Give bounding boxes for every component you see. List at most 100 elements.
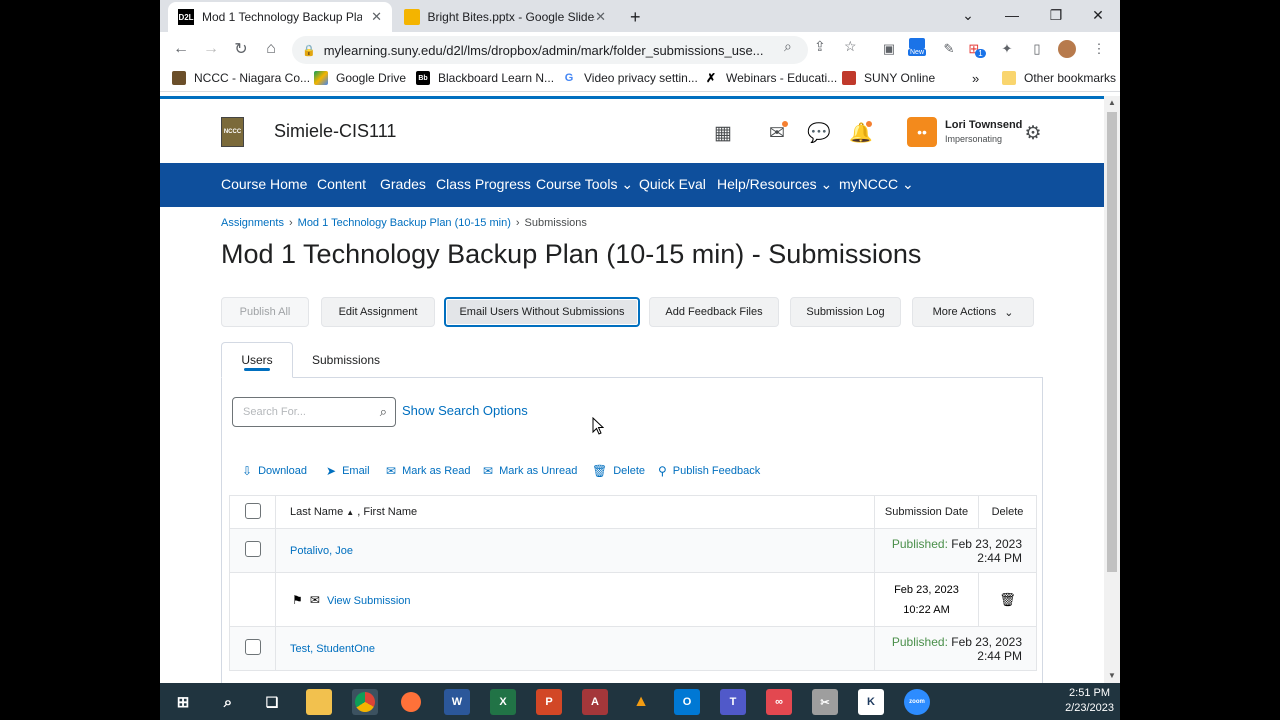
home-icon[interactable]: ⌂	[260, 38, 282, 60]
settings-gear-icon[interactable]: ⚙	[1021, 121, 1045, 145]
edit-assignment-button[interactable]: Edit Assignment	[321, 297, 435, 327]
tab-users[interactable]: Users	[221, 342, 293, 378]
word-icon[interactable]: W	[444, 689, 470, 715]
access-icon[interactable]: A	[582, 689, 608, 715]
publish-all-button[interactable]: Publish All	[221, 297, 309, 327]
nav-course-home[interactable]: Course Home	[221, 176, 307, 192]
download-action[interactable]: ⇩ Download	[242, 464, 307, 478]
breadcrumb-assignment[interactable]: Mod 1 Technology Backup Plan (10-15 min)	[298, 217, 511, 229]
course-title[interactable]: Simiele-CIS111	[274, 121, 396, 142]
profile-avatar[interactable]	[1058, 40, 1076, 58]
system-clock[interactable]: 2:51 PM 2/23/2023	[1065, 686, 1114, 716]
more-actions-button[interactable]: More Actions ⌄	[912, 297, 1034, 327]
bookmark-webinars[interactable]: ✗ Webinars - Educati...	[704, 71, 837, 85]
minimize-icon[interactable]: —	[990, 0, 1034, 30]
nav-course-tools[interactable]: Course Tools ⌄	[536, 176, 633, 193]
close-tab-icon[interactable]: ✕	[371, 9, 382, 25]
nav-content[interactable]: Content	[317, 176, 366, 192]
nav-help-resources[interactable]: Help/Resources ⌄	[717, 176, 832, 193]
browser-tab-active[interactable]: D2L Mod 1 Technology Backup Plan ( ✕	[168, 2, 392, 32]
mark-as-read-action[interactable]: ✉ Mark as Read	[386, 464, 471, 478]
row-checkbox[interactable]	[244, 639, 261, 655]
show-search-options-link[interactable]: Show Search Options	[402, 403, 528, 418]
select-all-checkbox[interactable]	[244, 502, 261, 519]
student-name-link[interactable]: Test, StudentOne	[290, 643, 375, 655]
nccc-logo[interactable]: NCCC	[221, 117, 244, 147]
snipping-tool-icon[interactable]: ✂	[812, 689, 838, 715]
reload-icon[interactable]: ↻	[230, 38, 252, 60]
submission-log-button[interactable]: Submission Log	[790, 297, 901, 327]
outlook-icon[interactable]: O	[674, 689, 700, 715]
bookmark-blackboard[interactable]: Bb Blackboard Learn N...	[416, 71, 554, 85]
restore-icon[interactable]: ❐	[1034, 0, 1078, 30]
chrome-icon[interactable]	[352, 689, 378, 715]
bookmark-nccc[interactable]: NCCC - Niagara Co...	[172, 71, 310, 85]
search-input[interactable]: Search For... ⌕	[232, 397, 396, 427]
screencast-extension-icon[interactable]: ⊞ 1	[968, 40, 986, 58]
address-bar[interactable]: 🔒 mylearning.suny.edu/d2l/lms/dropbox/ad…	[292, 36, 808, 64]
bookmark-star-icon[interactable]: ☆	[844, 38, 857, 55]
flag-icon[interactable]: ⚑	[292, 593, 303, 607]
email-action[interactable]: ➤ Email	[326, 464, 370, 478]
submission-date-header[interactable]: Submission Date	[874, 495, 979, 529]
nav-grades[interactable]: Grades	[380, 176, 426, 192]
creative-cloud-icon[interactable]: ∞	[766, 689, 792, 715]
row-checkbox[interactable]	[244, 541, 261, 557]
sort-first-name[interactable]: , First Name	[357, 506, 417, 518]
excel-icon[interactable]: X	[490, 689, 516, 715]
task-view-icon[interactable]: ❏	[259, 689, 285, 715]
nav-class-progress[interactable]: Class Progress	[436, 176, 531, 192]
tab-search-icon[interactable]: ⌄	[946, 0, 990, 30]
file-explorer-icon[interactable]	[306, 689, 332, 715]
vlc-icon[interactable]: ▲	[628, 689, 654, 715]
scroll-up-icon[interactable]: ▲	[1107, 98, 1117, 108]
side-panel-icon[interactable]: ▯	[1028, 40, 1046, 58]
search-icon[interactable]: ⌕	[380, 404, 387, 420]
tab-submissions[interactable]: Submissions	[305, 342, 387, 378]
page-scrollbar[interactable]: ▲ ▼	[1104, 96, 1120, 683]
user-avatar[interactable]: ••	[907, 117, 937, 147]
close-tab-icon[interactable]: ✕	[595, 9, 606, 25]
trash-icon[interactable]: 🗑	[999, 592, 1016, 607]
close-window-icon[interactable]: ✕	[1076, 0, 1120, 30]
forward-icon[interactable]: →	[200, 38, 222, 60]
other-bookmarks[interactable]: Other bookmarks	[1002, 71, 1116, 85]
bookmark-video-privacy[interactable]: G Video privacy settin...	[562, 71, 698, 85]
browser-tab-slides[interactable]: Bright Bites.pptx - Google Slides ✕	[394, 2, 616, 32]
share-icon[interactable]: ⇪	[814, 38, 826, 55]
bookmark-google-drive[interactable]: Google Drive	[314, 71, 406, 85]
nav-mynccc[interactable]: myNCCC ⌄	[839, 176, 914, 193]
user-name[interactable]: Lori Townsend	[945, 119, 1022, 131]
new-tab-button[interactable]: +	[624, 2, 654, 32]
extension-icon[interactable]: ▣	[880, 40, 898, 58]
menu-kebab-icon[interactable]: ⋮	[1090, 40, 1108, 58]
breadcrumb-assignments[interactable]: Assignments	[221, 217, 284, 229]
publish-feedback-action[interactable]: ⚲ Publish Feedback	[658, 464, 760, 478]
delete-action[interactable]: 🗑 Delete	[592, 464, 645, 478]
powerpoint-icon[interactable]: P	[536, 689, 562, 715]
subscription-alerts-icon[interactable]: 💬	[807, 121, 831, 145]
new-extension-icon[interactable]: New	[908, 38, 927, 56]
email-users-without-submissions-button[interactable]: Email Users Without Submissions	[444, 297, 640, 327]
zoom-icon[interactable]: ⌕	[784, 38, 792, 55]
search-icon[interactable]: ⌕	[215, 689, 241, 715]
student-name-link[interactable]: Potalivo, Joe	[290, 545, 353, 557]
scroll-thumb[interactable]	[1107, 112, 1117, 572]
kaltura-icon[interactable]: K	[858, 689, 884, 715]
scroll-down-icon[interactable]: ▼	[1107, 671, 1117, 681]
more-bookmarks-button[interactable]: »	[972, 71, 979, 86]
windows-start-icon[interactable]: ⊞	[170, 689, 196, 715]
bookmark-suny-online[interactable]: SUNY Online	[842, 71, 935, 85]
mark-as-unread-action[interactable]: ✉ Mark as Unread	[483, 464, 577, 478]
view-submission-link[interactable]: View Submission	[327, 595, 411, 607]
add-feedback-files-button[interactable]: Add Feedback Files	[649, 297, 779, 327]
teams-icon[interactable]: T	[720, 689, 746, 715]
course-selector-grid-icon[interactable]: ▦	[711, 121, 735, 145]
back-icon[interactable]: ←	[170, 38, 192, 60]
nav-quick-eval[interactable]: Quick Eval	[639, 176, 706, 192]
pen-icon[interactable]: ✎	[940, 40, 958, 58]
zoom-icon[interactable]: zoom	[904, 689, 930, 715]
firefox-icon[interactable]	[398, 689, 424, 715]
sort-last-name[interactable]: Last Name	[290, 506, 343, 518]
puzzle-icon[interactable]: ✦	[998, 40, 1016, 58]
